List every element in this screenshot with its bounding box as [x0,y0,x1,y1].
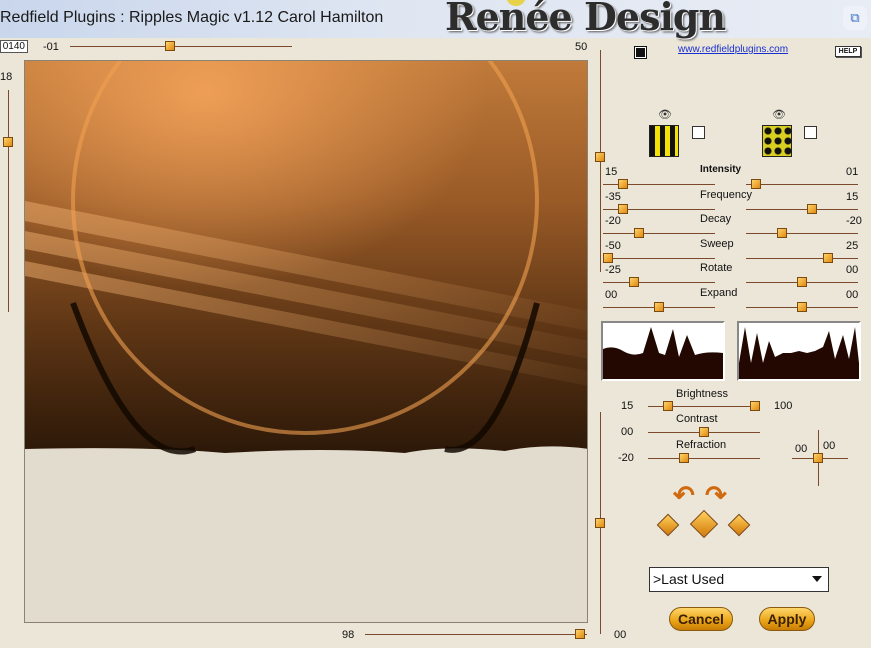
param-left-track[interactable] [603,233,715,235]
help-button[interactable]: HELP [835,46,861,57]
param-label: Frequency [700,188,752,201]
watermark-logo: Renée Design [445,0,726,39]
param-label: Decay [700,213,732,226]
preset-select[interactable]: >Last Used [649,567,829,592]
param-left-thumb[interactable] [603,252,613,263]
nudge-center-icon[interactable] [689,509,719,539]
chevron-down-icon[interactable] [812,576,822,582]
ripple-preview-image [25,61,587,455]
param-left-thumb[interactable] [654,302,664,312]
window-title: Redfield Plugins : Ripples Magic v1.12 C… [0,9,384,26]
right-vslider-thumb[interactable] [595,151,605,162]
top-slider-max: 50 [575,41,588,53]
checker-pattern-swatch[interactable] [762,125,792,157]
contrast-thumb[interactable] [699,427,709,437]
top-slider-thumb[interactable] [165,41,176,51]
param-right-value: 25 [846,239,859,252]
param-right-thumb[interactable] [776,228,787,239]
param-right-value: -20 [846,215,862,228]
param-right-value: 15 [846,190,859,203]
param-label: Sweep [700,237,734,250]
top-slider-min: -01 [43,41,59,53]
brightness-min: 15 [621,400,634,412]
param-right-track[interactable] [746,208,858,210]
param-right-track[interactable] [746,257,858,259]
param-right-value: 00 [846,264,859,277]
param-right-thumb[interactable] [807,203,818,214]
param-right-thumb[interactable] [797,302,807,312]
redfield-link[interactable]: www.redfieldplugins.com [678,44,788,55]
brightness-thumb-b[interactable] [750,401,760,411]
param-left-track[interactable] [603,282,715,284]
param-right-track[interactable] [746,233,858,235]
param-label: Rotate [700,262,733,275]
color-swatch-black[interactable] [635,47,646,58]
waveform-left [601,321,725,381]
preset-selected-value: >Last Used [653,571,725,587]
refraction-thumb[interactable] [678,453,689,463]
contrast-label: Contrast [676,413,718,425]
param-left-value: 00 [605,289,618,301]
param-left-thumb[interactable] [618,179,629,189]
param-left-thumb[interactable] [628,277,639,288]
nudge-left-icon[interactable] [656,513,680,537]
left-slider-thumb[interactable] [3,136,13,147]
stripe-pattern-swatch[interactable] [649,125,679,157]
apply-button[interactable]: Apply [759,607,815,631]
bottom-slider-thumb[interactable] [574,629,585,639]
param-left-value: -35 [605,190,621,203]
cancel-button[interactable]: Cancel [669,607,733,631]
left-slider-track[interactable] [8,90,9,312]
bottom-slider-min: 98 [342,629,355,641]
refraction-track[interactable] [648,458,760,459]
eye-icon[interactable]: 👁 [658,108,672,121]
offset-crosshair-thumb[interactable] [813,453,823,463]
param-left-value: 15 [605,166,618,178]
param-left-value: -20 [605,215,621,228]
param-right-track[interactable] [746,184,858,185]
param-left-track[interactable] [603,257,715,259]
refraction-value: -20 [618,452,634,464]
brightness-label: Brightness [676,388,728,400]
offset-y-value: 00 [823,440,836,452]
param-right-thumb[interactable] [822,252,833,263]
param-left-thumb[interactable] [633,228,644,239]
bottom-slider-track[interactable] [365,634,587,635]
contrast-value: 00 [621,426,634,438]
waveform-right-graph [739,327,859,379]
nudge-right-icon[interactable] [727,513,751,537]
param-label: Expand [700,287,738,299]
screen-capture-icon[interactable]: ⧉ [843,6,867,30]
offset-x-value: 00 [795,443,808,455]
waveform-left-graph [603,327,723,379]
param-right-value: 00 [846,289,859,301]
stripe-pattern-checkbox[interactable] [692,126,705,139]
brightness-max: 100 [774,400,793,412]
waveform-right [737,321,861,381]
top-value-field[interactable]: 0140 [0,40,28,53]
right-vslider2-thumb[interactable] [595,518,605,528]
preview-canvas[interactable] [24,60,588,623]
param-right-thumb[interactable] [751,179,762,189]
rotate-right-icon[interactable]: ↷ [705,480,727,511]
param-left-value: -50 [605,239,621,252]
param-left-value: -25 [605,264,621,277]
checker-pattern-checkbox[interactable] [804,126,817,139]
param-left-thumb[interactable] [618,203,629,214]
param-label: Intensity [700,164,742,175]
refraction-label: Refraction [676,439,727,451]
bottom-slider-max: 00 [614,629,627,641]
top-slider-track[interactable] [70,46,292,47]
param-right-value: 01 [846,166,859,178]
rotate-left-icon[interactable]: ↶ [673,480,695,511]
eye-icon[interactable]: 👁 [772,108,786,121]
left-slider-value: 18 [0,71,13,83]
param-right-thumb[interactable] [797,277,807,288]
brightness-thumb-a[interactable] [663,401,674,411]
